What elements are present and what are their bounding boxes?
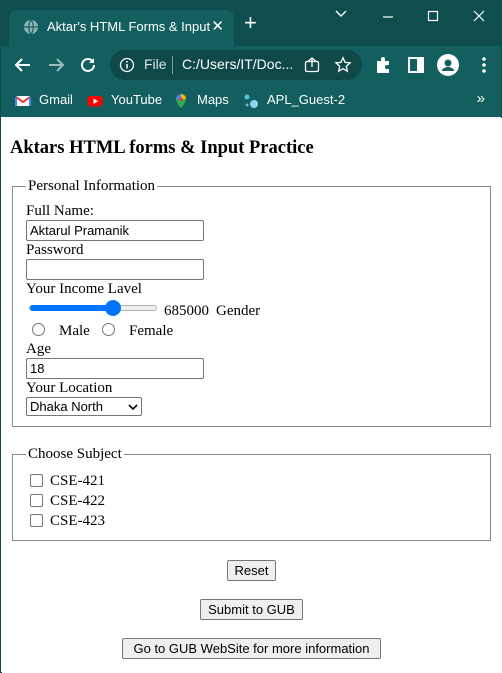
address-bar[interactable]: File C:/Users/IT/Doc... xyxy=(110,50,362,80)
subject-label-cse-421: CSE-421 xyxy=(50,473,106,489)
full-name-label: Full Name: xyxy=(26,203,94,219)
tab-search-chevron-icon[interactable] xyxy=(329,7,353,27)
income-level-label: Your Income Lavel xyxy=(26,281,142,297)
full-name-input[interactable] xyxy=(26,220,204,241)
bookmarks-bar: Gmail YouTube Maps APL_Guest-2 » xyxy=(1,84,501,117)
bookmark-star-icon[interactable] xyxy=(334,56,352,74)
age-input[interactable] xyxy=(26,358,204,379)
gmail-icon xyxy=(15,96,31,106)
gender-label: Gender xyxy=(216,303,261,319)
profile-avatar-icon[interactable] xyxy=(437,54,459,76)
bookmark-gmail-label: Gmail xyxy=(39,92,73,107)
tab-close-icon[interactable]: ✕ xyxy=(211,17,224,35)
female-radio[interactable] xyxy=(102,323,115,336)
submit-button[interactable]: Submit to GUB xyxy=(200,599,303,620)
address-separator xyxy=(172,56,173,74)
choose-subject-legend: Choose Subject xyxy=(26,446,124,462)
bookmark-maps-label: Maps xyxy=(197,92,229,107)
maps-icon xyxy=(176,94,186,108)
browser-window: Aktar's HTML Forms & Input ✕ + File C:/U… xyxy=(0,0,502,673)
subject-checkbox-cse-421[interactable] xyxy=(30,474,43,487)
income-value: 685000 xyxy=(164,303,209,319)
go-to-gub-website-button[interactable]: Go to GUB WebSite for more information xyxy=(122,638,381,659)
income-slider-fill xyxy=(30,305,113,311)
male-label: Male xyxy=(59,323,90,339)
minimize-icon[interactable] xyxy=(376,7,400,27)
reload-icon[interactable] xyxy=(78,55,98,75)
bookmark-youtube-label: YouTube xyxy=(111,92,163,107)
side-panel-icon[interactable] xyxy=(406,55,426,75)
bookmark-apl-guest-label: APL_Guest-2 xyxy=(267,92,346,107)
back-arrow-icon[interactable] xyxy=(13,55,33,75)
tab-strip: Aktar's HTML Forms & Input ✕ + xyxy=(1,1,501,46)
share-icon[interactable] xyxy=(303,56,321,74)
tab-title: Aktar's HTML Forms & Input xyxy=(47,19,211,34)
reset-button[interactable]: Reset xyxy=(227,560,276,581)
personal-information-fieldset: Personal Information Full Name: Password… xyxy=(12,178,491,427)
location-select[interactable]: Dhaka North xyxy=(26,397,142,416)
page-title: Aktars HTML forms & Input Practice xyxy=(10,138,314,158)
subject-checkbox-cse-423[interactable] xyxy=(30,514,43,527)
subject-label-cse-422: CSE-422 xyxy=(50,493,106,509)
bookmarks-overflow-icon[interactable]: » xyxy=(477,90,485,107)
female-label: Female xyxy=(129,323,174,339)
male-radio[interactable] xyxy=(32,323,45,336)
extensions-icon[interactable] xyxy=(373,55,393,75)
new-tab-button[interactable]: + xyxy=(244,12,257,34)
income-slider[interactable] xyxy=(29,300,157,316)
location-label: Your Location xyxy=(26,380,113,396)
address-url[interactable]: C:/Users/IT/Doc... xyxy=(182,56,302,72)
subject-label-cse-423: CSE-423 xyxy=(50,513,106,529)
address-scheme: File xyxy=(144,56,167,72)
income-slider-thumb[interactable] xyxy=(105,300,121,316)
page-content: Aktars HTML forms & Input Practice Perso… xyxy=(2,118,502,673)
info-icon[interactable] xyxy=(119,57,135,73)
globe-icon xyxy=(24,19,38,35)
active-tab[interactable]: Aktar's HTML Forms & Input ✕ xyxy=(9,10,234,46)
browser-toolbar: File C:/Users/IT/Doc... xyxy=(1,46,501,84)
youtube-icon xyxy=(87,96,103,107)
close-window-icon[interactable] xyxy=(467,7,491,27)
location-select-value: Dhaka North xyxy=(30,399,103,414)
personal-information-legend: Personal Information xyxy=(26,178,158,194)
subject-checkbox-cse-422[interactable] xyxy=(30,494,43,507)
chevron-down-icon xyxy=(128,404,138,411)
password-label: Password xyxy=(26,242,84,258)
age-label: Age xyxy=(26,341,51,357)
apl-icon xyxy=(244,94,258,108)
maximize-icon[interactable] xyxy=(421,7,445,27)
menu-kebab-icon[interactable] xyxy=(474,55,494,75)
choose-subject-fieldset: Choose Subject CSE-421 CSE-422 CSE-423 xyxy=(12,446,491,541)
password-input[interactable] xyxy=(26,259,204,280)
forward-arrow-icon[interactable] xyxy=(46,55,66,75)
